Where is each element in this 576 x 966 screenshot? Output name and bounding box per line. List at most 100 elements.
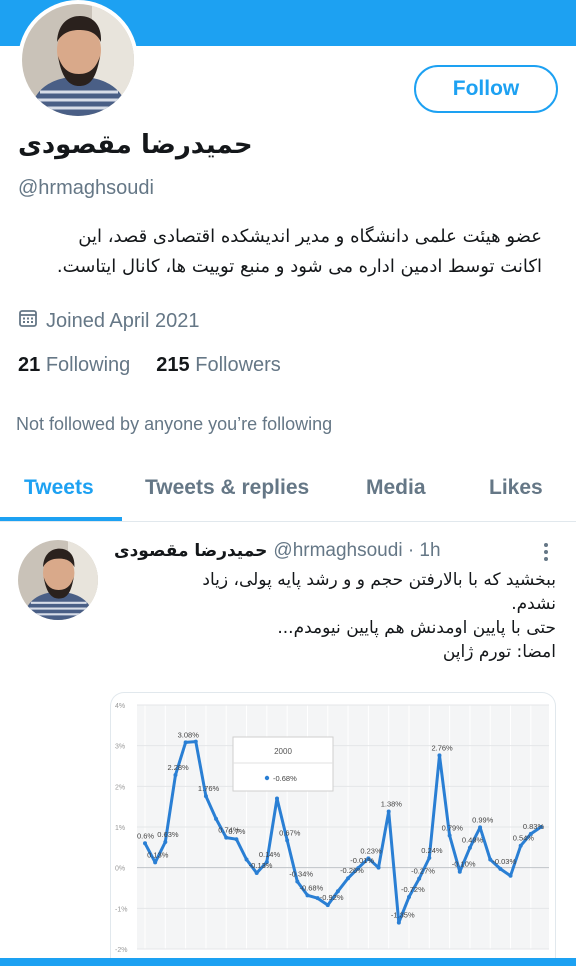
tweet-line: نشدم.	[511, 594, 556, 614]
not-followed-notice: Not followed by anyone you’re following	[16, 414, 333, 434]
data-label: 0.79%	[442, 824, 464, 833]
data-label: 3.08%	[178, 730, 200, 739]
y-tick-label: -1%	[115, 906, 127, 913]
data-point	[498, 866, 503, 871]
tweet-line: امضا: تورم ژاپن	[442, 642, 556, 662]
profile-handle: @hrmaghsoudi	[18, 177, 154, 199]
follow-button[interactable]: Follow	[414, 65, 558, 113]
data-point	[427, 855, 432, 860]
data-label: 0.49%	[462, 836, 484, 845]
data-point	[193, 739, 198, 744]
joined-text: Joined April 2021	[46, 309, 200, 332]
bio-line: اکانت توسط ادمین اداره می شود و منبع توی…	[56, 256, 542, 277]
bottom-bar	[0, 958, 576, 966]
tweet-text: ببخشید که با بالارفتن حجم و و رشد پایه پ…	[110, 568, 556, 664]
profile-name: حمیدرضا مقصودی	[18, 130, 253, 160]
data-point	[305, 893, 310, 898]
data-label: -0.27%	[411, 867, 435, 876]
bio-line: عضو هیئت علمی دانشگاه و مدیر اندیشکده اق…	[78, 226, 542, 247]
y-tick-label: 4%	[115, 703, 125, 710]
data-label: -0.10%	[452, 860, 476, 869]
profile-bio: عضو هیئت علمی دانشگاه و مدیر اندیشکده اق…	[16, 222, 542, 282]
data-point	[173, 772, 178, 777]
data-point	[518, 843, 523, 848]
data-label: -0.92%	[320, 893, 344, 902]
followers-count: 215	[156, 354, 190, 376]
tab-tweets[interactable]: Tweets	[24, 476, 94, 500]
tweet-handle-time: @hrmaghsoudi · 1h	[273, 540, 441, 561]
y-tick-label: 3%	[115, 744, 125, 751]
data-point	[417, 876, 422, 881]
data-point	[153, 860, 158, 865]
data-point	[163, 840, 168, 845]
followers-label: Followers	[195, 354, 281, 376]
data-label: 0.6%	[137, 831, 154, 840]
legend-marker	[264, 775, 270, 781]
tab-tweets-replies[interactable]: Tweets & replies	[145, 476, 309, 500]
data-point	[447, 833, 452, 838]
data-label: 2.76%	[431, 743, 453, 752]
tweet-line: حتی با پایین اومدنش هم پایین نیومدم...	[277, 618, 556, 638]
joined-date: Joined April 2021	[18, 308, 199, 334]
data-label: 0.99%	[472, 815, 494, 824]
data-label: 2.28%	[167, 763, 189, 772]
tweet-media-chart[interactable]: 4% 3% 2% 1% 0% -1% -2% 0.6% 0.13% 0.63% 2.28% 3.08%…	[110, 692, 556, 966]
data-point	[285, 838, 290, 843]
data-point	[183, 740, 188, 745]
data-point	[478, 825, 483, 830]
data-point	[467, 845, 472, 850]
tweet-avatar[interactable]	[18, 540, 98, 620]
legend-entry: -0.68%	[273, 774, 297, 783]
data-label: -1.35%	[391, 911, 415, 920]
data-point	[346, 876, 351, 881]
following-label: Following	[45, 354, 131, 376]
data-label: 0.83%	[523, 822, 545, 831]
data-label: 0.23%	[360, 846, 382, 855]
tweet-author-name[interactable]: حمیدرضا مقصودی	[114, 541, 267, 561]
data-point	[214, 816, 219, 821]
y-tick-label: 1%	[115, 825, 125, 832]
data-label: 0.14%	[259, 850, 281, 859]
y-tick-label: -2%	[115, 947, 127, 954]
data-label: 0.54%	[513, 834, 535, 843]
data-label: 1.76%	[198, 784, 220, 793]
legend-title: 2000	[274, 747, 292, 756]
data-point	[396, 920, 401, 925]
data-label: -0.26%	[340, 866, 364, 875]
data-label: 0.13%	[147, 850, 169, 859]
data-point	[143, 841, 147, 846]
more-options-icon[interactable]	[538, 540, 554, 564]
data-label: -0.13%	[249, 861, 273, 870]
data-point	[234, 837, 239, 842]
data-point	[325, 903, 330, 908]
data-point	[457, 869, 462, 874]
data-label: -0.03%	[492, 857, 516, 866]
following-link[interactable]: 21 Following	[18, 354, 130, 377]
data-label: -0.68%	[299, 883, 323, 892]
profile-avatar[interactable]	[18, 0, 138, 120]
data-point	[275, 796, 279, 801]
data-label: -0.01%	[350, 856, 374, 865]
avatar-image	[18, 540, 98, 620]
profile-tabs: Tweets Tweets & replies Media Likes	[0, 464, 576, 522]
data-label: 0.67%	[279, 828, 301, 837]
data-point	[203, 794, 208, 799]
data-point	[386, 809, 391, 814]
calendar-icon	[18, 308, 38, 334]
tweet-line: ببخشید که با بالارفتن حجم و و رشد پایه پ…	[202, 570, 556, 590]
active-tab-indicator	[0, 517, 122, 521]
data-point	[508, 873, 513, 878]
followers-link[interactable]: 215 Followers	[156, 354, 281, 377]
inflation-line-chart: 4% 3% 2% 1% 0% -1% -2% 0.6% 0.13% 0.63% 2.28% 3.08%…	[115, 703, 549, 954]
tab-media[interactable]: Media	[366, 476, 426, 500]
following-count: 21	[18, 354, 41, 376]
data-point	[376, 865, 381, 870]
follow-stats: 21 Following 215 Followers	[18, 354, 281, 377]
avatar-image	[22, 4, 134, 116]
data-label: 0.7%	[228, 827, 245, 836]
data-label: 1.38%	[381, 800, 403, 809]
data-point	[407, 894, 411, 899]
tab-likes[interactable]: Likes	[489, 476, 543, 500]
data-label: -0.72%	[401, 885, 425, 894]
data-label: 0.63%	[157, 830, 179, 839]
